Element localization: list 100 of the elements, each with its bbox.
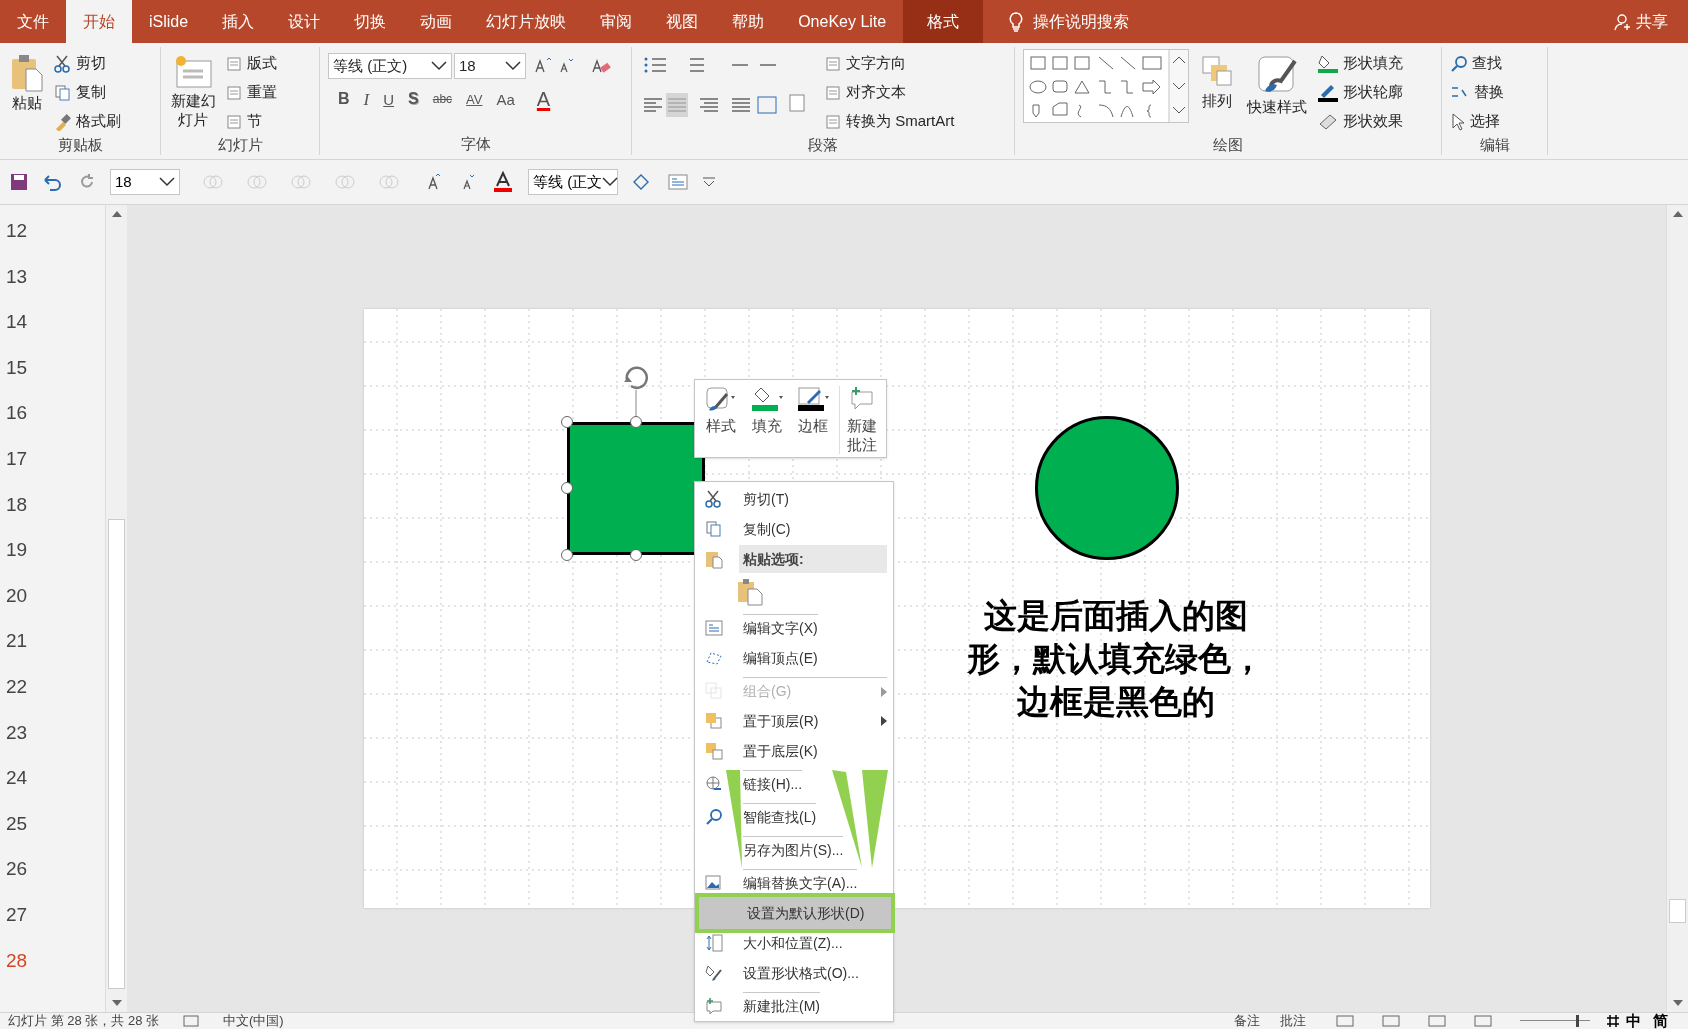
ribbon-tab[interactable]: OneKey Lite: [781, 0, 904, 43]
ribbon-button[interactable]: 替换: [1450, 80, 1504, 105]
slide-number[interactable]: 23: [6, 718, 105, 765]
slide-number[interactable]: 20: [6, 581, 105, 628]
menu-item[interactable]: 置于顶层(R): [743, 707, 887, 735]
mini-toolbar-button[interactable]: 新建批注: [839, 386, 879, 454]
slide-number[interactable]: 13: [6, 262, 105, 309]
slide-number[interactable]: 15: [6, 353, 105, 400]
language-indicator[interactable]: 中文(中国): [223, 1011, 284, 1029]
spell-check-icon[interactable]: [183, 1015, 199, 1027]
scrollbar-thumb[interactable]: [1669, 899, 1686, 923]
ribbon-tab[interactable]: 视图: [649, 0, 716, 43]
selection-handle[interactable]: [560, 416, 573, 428]
scroll-up-icon[interactable]: [110, 209, 123, 219]
format-button[interactable]: Aa: [494, 91, 517, 107]
ribbon-button[interactable]: 重置: [225, 80, 277, 105]
slide-number[interactable]: 27: [6, 900, 105, 947]
scrollbar[interactable]: [105, 205, 127, 1012]
ribbon-tab[interactable]: 插入: [205, 0, 272, 43]
scroll-down-icon[interactable]: [110, 998, 123, 1008]
scrollbar[interactable]: [1666, 205, 1688, 1012]
menu-item[interactable]: 编辑顶点(E): [743, 644, 818, 672]
slide-number[interactable]: 18: [6, 490, 105, 537]
ribbon-button[interactable]: 版式: [225, 51, 277, 76]
mini-toolbar-button[interactable]: 边框: [793, 386, 833, 435]
ribbon-tab[interactable]: 帮助: [715, 0, 782, 43]
slide-number[interactable]: 22: [6, 672, 105, 719]
customize-toolbar-icon[interactable]: [702, 177, 716, 187]
paste-option-icon[interactable]: [737, 578, 763, 606]
format-button[interactable]: S: [406, 91, 421, 107]
redo-icon[interactable]: [78, 173, 96, 191]
slide-number[interactable]: 21: [6, 627, 105, 673]
menu-item[interactable]: 新建批注(M): [743, 992, 820, 1020]
comments-button[interactable]: 批注: [1280, 1011, 1306, 1029]
ribbon-button[interactable]: 形状填充: [1317, 51, 1403, 76]
ribbon-button[interactable]: 选择: [1450, 109, 1504, 134]
ribbon-button[interactable]: 转换为 SmartArt: [824, 109, 955, 134]
scrollbar-thumb[interactable]: [108, 519, 125, 989]
zoom-slider-thumb[interactable]: [1575, 1015, 1579, 1027]
ribbon-button[interactable]: 形状轮廓: [1317, 80, 1403, 105]
slide-number[interactable]: 17: [6, 444, 105, 491]
ribbon-button[interactable]: 复制: [54, 80, 121, 105]
format-button[interactable]: B: [336, 91, 352, 107]
ribbon-tab[interactable]: 设计: [271, 0, 338, 43]
menu-item[interactable]: 设置形状格式(O)...: [743, 959, 859, 987]
grid-icon[interactable]: [1606, 1014, 1620, 1028]
ribbon-button[interactable]: 形状效果: [1317, 109, 1403, 134]
slide-number[interactable]: 19: [6, 536, 105, 582]
menu-item[interactable]: 智能查找(L): [743, 803, 817, 831]
ribbon-tab[interactable]: 幻灯片放映: [469, 0, 584, 43]
zoom-slider[interactable]: [1520, 1015, 1590, 1027]
ribbon-large-button[interactable]: 排列: [1197, 49, 1237, 110]
ribbon-tab[interactable]: 文件: [0, 0, 66, 43]
scroll-down-icon[interactable]: [1671, 998, 1684, 1008]
ribbon-large-button[interactable]: 粘贴: [8, 49, 46, 112]
menu-item[interactable]: 链接(H)...: [743, 770, 803, 798]
font-name-dropdown[interactable]: 等线 (正文): [328, 53, 452, 79]
font-color-icon[interactable]: [492, 171, 514, 193]
ribbon-tab[interactable]: 审阅: [583, 0, 650, 43]
slide-number[interactable]: 16: [6, 399, 105, 445]
ribbon-tab[interactable]: 切换: [337, 0, 404, 43]
menu-item[interactable]: 剪切(T): [743, 485, 789, 513]
slide-number[interactable]: 26: [6, 855, 105, 901]
ime-indicator[interactable]: 中: [1626, 1009, 1641, 1029]
menu-item[interactable]: 置于底层(K): [743, 737, 818, 765]
ribbon-tab[interactable]: 开始: [66, 0, 132, 43]
tell-me-search[interactable]: 操作说明搜索: [999, 0, 1138, 43]
slide-number[interactable]: 12: [6, 217, 105, 263]
format-button[interactable]: U: [381, 91, 397, 107]
rectangle-shape[interactable]: [566, 422, 705, 555]
ribbon-tab[interactable]: 动画: [403, 0, 470, 43]
slide-number[interactable]: 14: [6, 308, 105, 354]
ribbon-large-button[interactable]: 快速样式: [1245, 49, 1309, 116]
format-button[interactable]: I: [361, 90, 372, 108]
mini-toolbar-button[interactable]: 样式: [701, 386, 741, 435]
selection-handle[interactable]: [560, 482, 573, 494]
undo-icon[interactable]: [42, 173, 64, 191]
ribbon-tab[interactable]: 格式: [903, 0, 984, 43]
ribbon-button[interactable]: 对齐文本: [824, 80, 955, 105]
format-button[interactable]: abc: [430, 93, 455, 105]
notes-button[interactable]: 备注: [1234, 1011, 1260, 1029]
scroll-up-icon[interactable]: [1671, 209, 1684, 219]
format-button[interactable]: A: [534, 89, 553, 109]
menu-item[interactable]: 复制(C): [743, 515, 791, 543]
ime-indicator[interactable]: 简: [1653, 1009, 1668, 1029]
ribbon-tab[interactable]: iSlide: [132, 0, 206, 43]
ribbon-large-button[interactable]: 新建幻灯片: [169, 49, 217, 129]
ribbon-button[interactable]: 格式刷: [54, 109, 121, 134]
save-icon[interactable]: [10, 173, 28, 191]
ribbon-button[interactable]: 节: [225, 109, 277, 134]
share-button[interactable]: 共享: [1614, 0, 1688, 43]
menu-item[interactable]: 编辑文字(X): [743, 614, 818, 642]
menu-item[interactable]: 另存为图片(S)...: [743, 836, 844, 864]
slide-number[interactable]: 24: [6, 764, 105, 810]
format-button[interactable]: AV: [464, 92, 485, 106]
font-size-dropdown[interactable]: 18: [110, 169, 180, 195]
slide-number[interactable]: 28: [6, 946, 105, 993]
menu-item[interactable]: 大小和位置(Z)...: [743, 929, 843, 957]
slide-number[interactable]: 25: [6, 809, 105, 856]
ribbon-button[interactable]: 剪切: [54, 51, 121, 76]
